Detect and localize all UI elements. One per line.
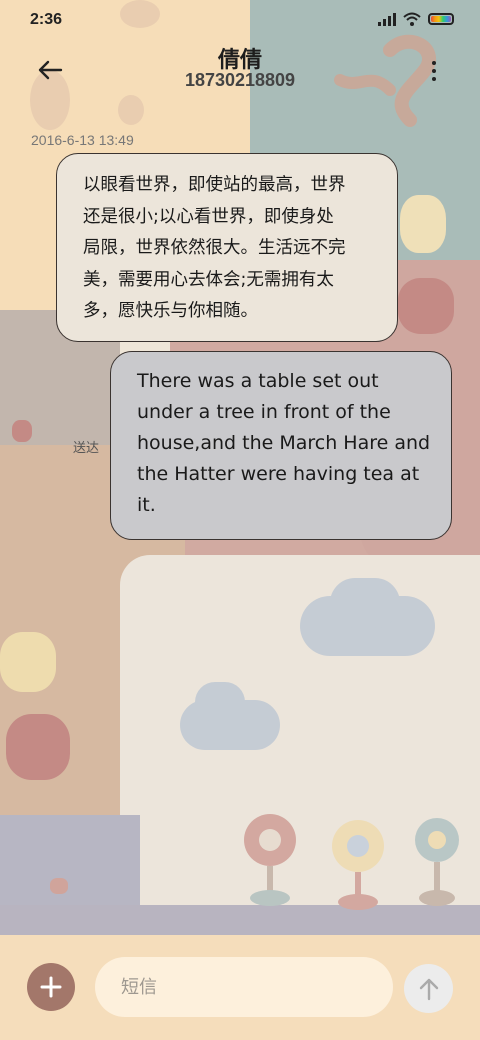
flower-decoration <box>12 420 32 442</box>
message-input[interactable] <box>95 957 393 1017</box>
incoming-message-bubble[interactable]: 以眼看世界，即使站的最高，世界 还是很小;以心看世界，即使身处 局限，世界依然很… <box>56 153 398 342</box>
status-time: 2:36 <box>30 11 63 28</box>
battery-icon <box>428 13 454 25</box>
message-line: 美，需要用心去体会;无需拥有太 <box>83 269 334 290</box>
message-line: 多，愿快乐与你相随。 <box>83 301 258 321</box>
message-line: 以眼看世界，即使站的最高，世界 <box>83 175 346 195</box>
more-vertical-icon <box>432 61 436 65</box>
message-line: it. <box>137 494 156 516</box>
delivery-status: 送达 <box>73 441 100 456</box>
message-line: 还是很小;以心看世界，即使身处 <box>83 206 334 227</box>
outgoing-message-bubble[interactable]: There was a table set out under a tree i… <box>110 351 452 540</box>
flower-decoration <box>50 878 68 894</box>
flowers-decoration <box>244 814 459 910</box>
message-timestamp: 2016-6-13 13:49 <box>31 132 134 148</box>
status-bar: 2:36 <box>0 0 480 40</box>
message-line: There was a table set out <box>137 370 379 392</box>
add-attachment-button[interactable] <box>27 963 75 1011</box>
cloud-decoration <box>195 682 245 722</box>
send-button[interactable] <box>404 964 453 1013</box>
more-options-button[interactable] <box>422 56 446 86</box>
flower-decoration <box>0 632 56 692</box>
status-icons <box>378 12 454 26</box>
flower-decoration <box>6 714 70 780</box>
message-line: house,and the March Hare and <box>137 432 431 454</box>
contact-phone-number: 18730218809 <box>184 70 296 90</box>
flower-decoration <box>400 195 446 253</box>
flower-decoration <box>398 278 454 334</box>
message-line: the Hatter were having tea at <box>137 463 420 485</box>
message-line: 局限，世界依然很大。生活远不完 <box>83 238 346 258</box>
message-line: under a tree in front of the <box>137 401 391 423</box>
cloud-decoration <box>330 578 400 628</box>
plus-icon <box>40 976 62 998</box>
wifi-icon <box>403 12 421 26</box>
conversation-header: 倩倩 18730218809 <box>0 40 480 100</box>
signal-icon <box>378 12 396 26</box>
arrow-up-icon <box>419 978 438 1000</box>
compose-bar <box>0 935 480 1040</box>
